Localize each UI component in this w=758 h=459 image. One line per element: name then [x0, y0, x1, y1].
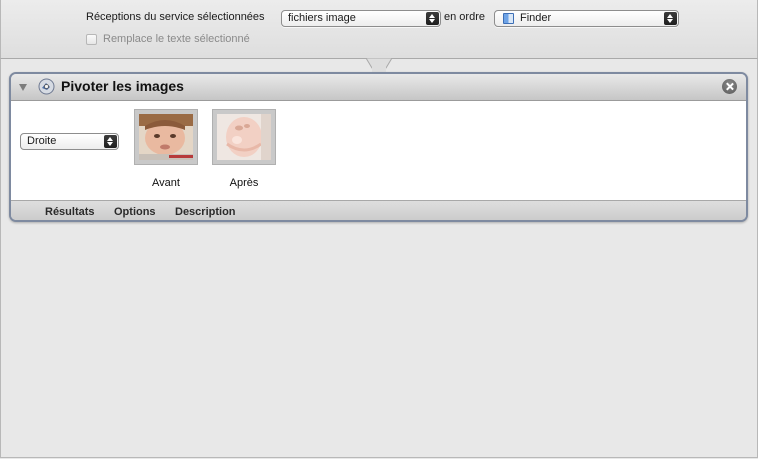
application-value: Finder: [520, 12, 552, 24]
replace-text-label: Remplace le texte sélectionné: [103, 33, 250, 45]
input-type-value: fichiers image: [288, 12, 356, 24]
action-title: Pivoter les images: [61, 78, 184, 94]
rotate-images-action: Pivoter les images Droite Avant Après Ré…: [9, 72, 748, 222]
service-input-bar: Réceptions du service sélectionnées fich…: [0, 0, 758, 59]
action-footer: Résultats Options Description: [11, 200, 746, 220]
application-popup[interactable]: Finder: [494, 10, 679, 27]
connector-notch: [366, 58, 392, 72]
before-caption: Avant: [152, 177, 180, 189]
tab-description[interactable]: Description: [175, 206, 236, 218]
after-image: [217, 114, 271, 160]
action-body: Droite Avant Après: [11, 101, 746, 200]
before-image: [139, 114, 193, 160]
tab-options[interactable]: Options: [114, 206, 156, 218]
input-type-popup[interactable]: fichiers image: [281, 10, 441, 27]
disclosure-triangle-icon[interactable]: [19, 84, 27, 91]
replace-text-checkbox[interactable]: [86, 34, 97, 45]
popup-arrows-icon: [104, 135, 117, 148]
automator-action-icon: [38, 78, 55, 95]
after-caption: Après: [229, 177, 259, 189]
popup-arrows-icon: [664, 12, 677, 25]
direction-popup[interactable]: Droite: [20, 133, 119, 150]
action-header[interactable]: Pivoter les images: [11, 74, 746, 101]
close-icon[interactable]: [722, 79, 737, 94]
before-thumbnail: [134, 109, 198, 165]
receives-label: Réceptions du service sélectionnées: [86, 11, 265, 23]
direction-value: Droite: [27, 135, 57, 147]
tab-results[interactable]: Résultats: [45, 206, 95, 218]
after-thumbnail: [212, 109, 276, 165]
in-label: en ordre: [444, 11, 485, 23]
finder-icon: [503, 13, 514, 24]
popup-arrows-icon: [426, 12, 439, 25]
